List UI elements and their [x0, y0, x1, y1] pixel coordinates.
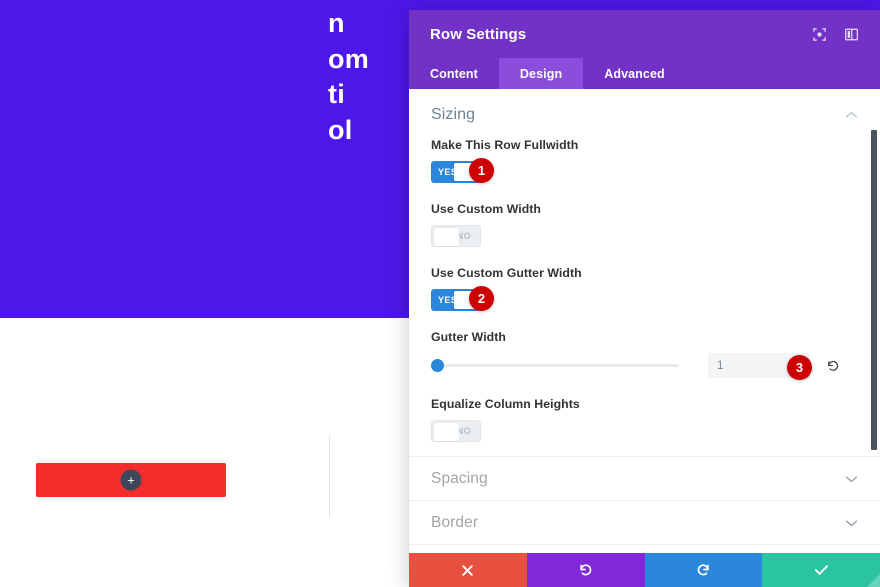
callout-badge-3: 3: [787, 355, 812, 380]
toggle-use-custom-width[interactable]: NO: [431, 225, 481, 247]
tab-design[interactable]: Design: [498, 58, 584, 89]
gutter-width-control: 3: [431, 353, 858, 380]
field-label-make-row-fullwidth: Make This Row Fullwidth: [431, 138, 579, 152]
modal-scroll-area: Sizing Make This Row Fullwidth YES 1 Use…: [409, 89, 880, 553]
module-row[interactable]: +: [36, 463, 226, 497]
callout-badge-2: 2: [469, 286, 494, 311]
tab-content[interactable]: Content: [409, 58, 499, 89]
modal-header: Row Settings: [409, 10, 880, 58]
field-label-equalize-column-heights: Equalize Column Heights: [431, 397, 580, 411]
save-button[interactable]: [762, 553, 880, 587]
section-border: Border: [409, 500, 880, 544]
section-spacing: Spacing: [409, 456, 880, 500]
sizing-fields: Make This Row Fullwidth YES 1 Use Custom…: [409, 132, 880, 442]
section-border-header[interactable]: Border: [409, 501, 880, 544]
section-sizing-header[interactable]: Sizing: [409, 98, 880, 132]
undo-button[interactable]: [526, 553, 645, 587]
modal-body: Sizing Make This Row Fullwidth YES 1 Use…: [409, 89, 880, 553]
field-label-gutter-width: Gutter Width: [431, 330, 506, 344]
chevron-down-icon[interactable]: [845, 473, 858, 485]
modal-scrollbar-track[interactable]: [871, 89, 880, 553]
section-spacing-header[interactable]: Spacing: [409, 457, 880, 500]
redo-button[interactable]: [644, 553, 763, 587]
column-divider: [329, 435, 330, 518]
section-box-shadow: Box Shadow: [409, 544, 880, 553]
field-label-use-custom-gutter-width: Use Custom Gutter Width: [431, 266, 582, 280]
gutter-width-slider[interactable]: [431, 359, 679, 373]
toggle-value-use-custom-width: NO: [456, 231, 471, 241]
toggle-knob: [434, 423, 459, 441]
layout-columns-icon[interactable]: [838, 21, 864, 47]
modal-scrollbar-thumb[interactable]: [871, 130, 877, 450]
cancel-button[interactable]: [409, 553, 527, 587]
modal-title: Row Settings: [430, 25, 527, 43]
field-use-custom-width: Use Custom Width NO: [431, 202, 858, 247]
modal-footer: [409, 553, 880, 587]
chevron-up-icon[interactable]: [845, 109, 858, 121]
toggle-knob: [434, 228, 459, 246]
field-use-custom-gutter-width: Use Custom Gutter Width YES 2: [431, 266, 858, 311]
chevron-down-icon[interactable]: [845, 517, 858, 529]
focus-target-icon[interactable]: [806, 21, 832, 47]
field-make-row-fullwidth: Make This Row Fullwidth YES 1: [431, 138, 858, 183]
row-settings-modal: Row Settings Content Design Advanced Siz…: [409, 10, 880, 587]
field-gutter-width: Gutter Width 1 3: [431, 330, 858, 380]
add-module-button[interactable]: +: [120, 469, 142, 491]
callout-badge-1: 1: [469, 158, 494, 183]
section-border-title: Border: [431, 513, 479, 531]
toggle-value-equalize-column-heights: NO: [456, 426, 471, 436]
section-spacing-title: Spacing: [431, 469, 488, 487]
reset-undo-icon[interactable]: [826, 359, 840, 373]
slider-track: [431, 364, 679, 367]
toggle-equalize-column-heights[interactable]: NO: [431, 420, 481, 442]
section-box-shadow-header[interactable]: Box Shadow: [409, 545, 880, 553]
tab-advanced[interactable]: Advanced: [583, 58, 686, 89]
section-sizing-title: Sizing: [431, 106, 476, 123]
section-sizing: Sizing Make This Row Fullwidth YES 1 Use…: [409, 89, 880, 442]
field-equalize-column-heights: Equalize Column Heights NO: [431, 397, 858, 442]
modal-tab-bar: Content Design Advanced: [409, 58, 880, 89]
slider-handle[interactable]: [431, 359, 444, 372]
field-label-use-custom-width: Use Custom Width: [431, 202, 541, 216]
